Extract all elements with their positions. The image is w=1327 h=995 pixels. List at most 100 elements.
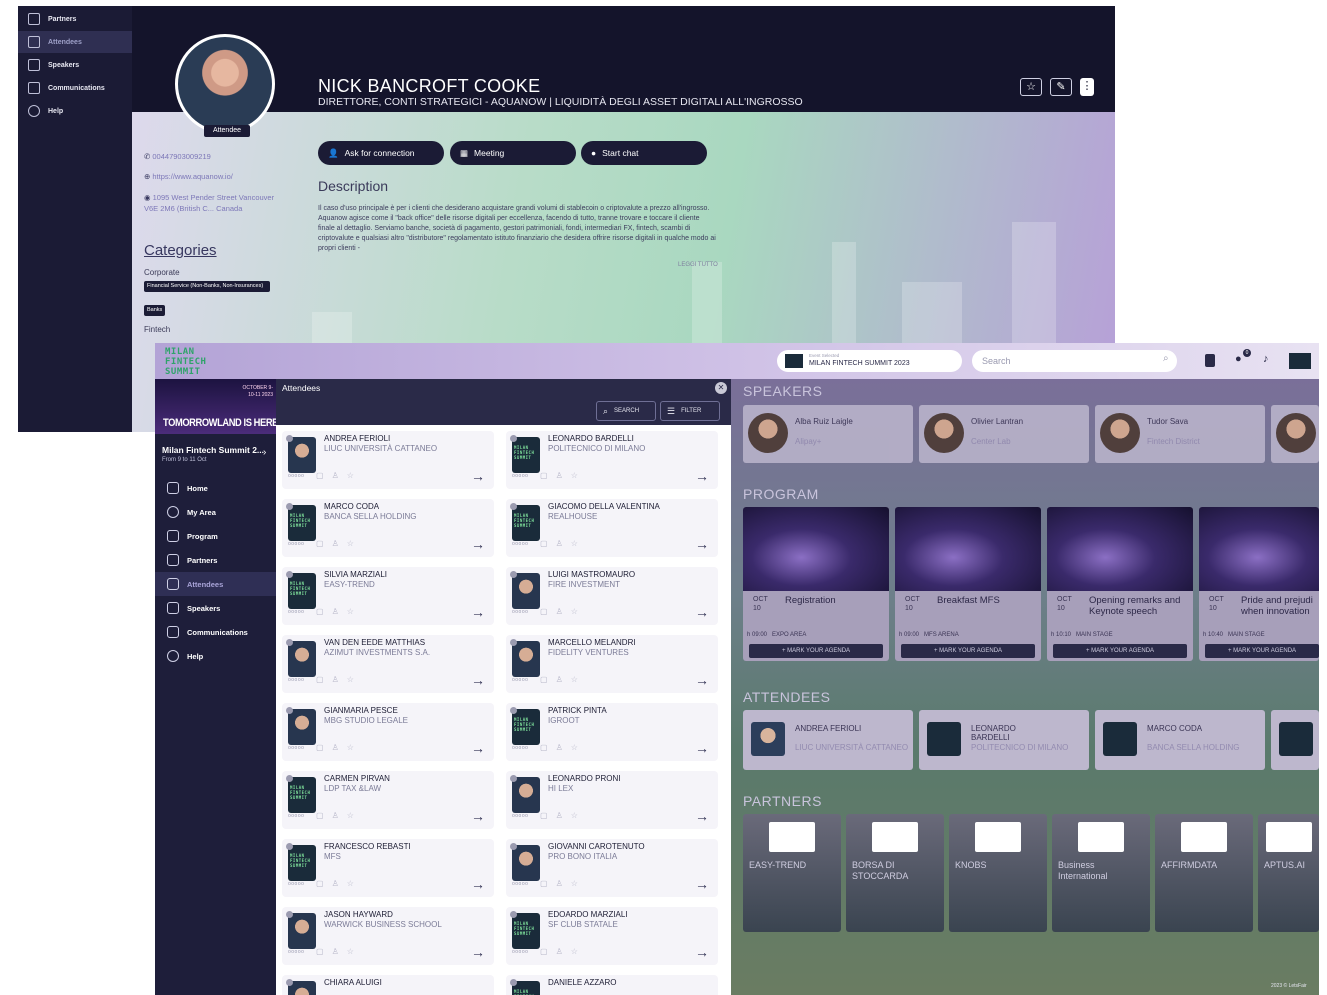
attendee-card[interactable]: MILAN FINTECH SUMMIT MARCO CODA BANCA SELL… xyxy=(282,499,494,557)
sidebar-item-partners[interactable]: Partners xyxy=(18,8,132,30)
start-chat-button[interactable]: ● Start chat xyxy=(581,141,707,165)
calendar-icon[interactable]: ▢ xyxy=(540,607,556,616)
calendar-icon[interactable]: ▢ xyxy=(316,607,332,616)
website-row[interactable]: ⊕ https://www.aquanow.io/ xyxy=(144,172,233,181)
star-icon[interactable]: ☆ xyxy=(347,471,362,480)
search-button[interactable]: ⌕ SEARCH xyxy=(596,401,656,421)
attendee-card[interactable]: MILAN FINTECH SUMMIT EDOARDO MARZIALI SF C… xyxy=(506,907,718,965)
attendee-card[interactable]: MILAN FINTECH SUMMIT FRANCESCO REBASTI MFS… xyxy=(282,839,494,897)
arrow-right-icon[interactable]: → xyxy=(471,944,485,960)
attendee-card[interactable]: GIOVANNI CAROTENUTO PRO BONO ITALIA ooooo ▢… xyxy=(506,839,718,897)
close-icon[interactable]: ✕ xyxy=(715,382,727,394)
calendar-icon[interactable]: ▢ xyxy=(540,471,556,480)
attendee-card[interactable]: JASON HAYWARD WARWICK BUSINESS SCHOOL oooo… xyxy=(282,907,494,965)
star-icon[interactable]: ☆ xyxy=(347,811,362,820)
star-icon[interactable]: ☆ xyxy=(347,743,362,752)
attendee-card[interactable]: MILAN FINTECH SUMMIT GIACOMO DELLA VALENT… xyxy=(506,499,718,557)
star-icon[interactable]: ☆ xyxy=(347,947,362,956)
arrow-right-icon[interactable]: → xyxy=(471,672,485,688)
program-card[interactable]: OCT 10 Opening remarks and Keynote speech h… xyxy=(1047,507,1193,661)
star-icon[interactable]: ☆ xyxy=(347,879,362,888)
ask-connection-button[interactable]: 👤 Ask for connection xyxy=(318,141,444,165)
attendee-card[interactable]: LUIGI MASTROMAURO FIRE INVESTMENT ooooo ▢♙☆… xyxy=(506,567,718,625)
arrow-right-icon[interactable]: → xyxy=(471,536,485,552)
user-icon[interactable]: ♙ xyxy=(556,743,571,752)
event-name[interactable]: Milan Fintech Summit 2... xyxy=(162,445,264,455)
user-icon[interactable]: ♙ xyxy=(556,539,571,548)
calendar-icon[interactable]: ▢ xyxy=(540,947,556,956)
calendar-icon[interactable]: ▢ xyxy=(316,879,332,888)
speaker-card[interactable]: Tudor Sava Fintech District xyxy=(1095,405,1265,463)
mark-agenda-button[interactable]: + MARK YOUR AGENDA xyxy=(1205,644,1319,658)
calendar-icon[interactable]: ▢ xyxy=(316,675,332,684)
star-icon[interactable]: ☆ xyxy=(347,607,362,616)
partner-card[interactable]: KNOBS xyxy=(949,814,1047,932)
star-icon[interactable]: ☆ xyxy=(571,879,586,888)
attendee-card[interactable]: MARCELLO MELANDRI FIDELITY VENTURES ooooo ▢… xyxy=(506,635,718,693)
phone-row[interactable]: ✆ 00447903009219 xyxy=(144,152,211,161)
attendee-card[interactable]: GIANMARIA PESCE MBG STUDIO LEGALE ooooo ▢♙☆… xyxy=(282,703,494,761)
calendar-icon[interactable]: ▢ xyxy=(540,879,556,888)
website-link[interactable]: https://www.aquanow.io/ xyxy=(152,172,232,181)
arrow-right-icon[interactable]: → xyxy=(471,876,485,892)
favorite-button[interactable]: ☆ xyxy=(1020,78,1042,96)
user-icon[interactable]: ♙ xyxy=(332,947,347,956)
partner-card[interactable]: Business International xyxy=(1052,814,1150,932)
attendee-card[interactable]: CHIARA ALUIGIooooo▢♙☆→ xyxy=(282,975,494,995)
speaker-card[interactable]: Alba Ruiz Laigle Alipay+ xyxy=(743,405,913,463)
star-icon[interactable]: ☆ xyxy=(571,675,586,684)
sidebar-item-attendees[interactable]: Attendees xyxy=(18,31,132,53)
user-avatar[interactable] xyxy=(1289,353,1311,369)
arrow-right-icon[interactable]: → xyxy=(695,944,709,960)
search-input[interactable]: Search xyxy=(972,350,1177,372)
program-card[interactable]: OCT 10 Pride and prejudi when innovation h … xyxy=(1199,507,1319,661)
arrow-right-icon[interactable]: → xyxy=(695,672,709,688)
speaker-card[interactable]: Olivier Lantran Center Lab xyxy=(919,405,1089,463)
nav-program[interactable]: Program xyxy=(155,524,276,548)
attendee-card[interactable]: VAN DEN EEDE MATTHIAS AZIMUT INVESTMENTS … xyxy=(282,635,494,693)
user-icon[interactable]: ♙ xyxy=(332,607,347,616)
program-card[interactable]: OCT 10 Registration h 09:00 EXPO AREA + MARK… xyxy=(743,507,889,661)
arrow-right-icon[interactable]: → xyxy=(695,740,709,756)
edit-button[interactable]: ✎ xyxy=(1050,78,1072,96)
partner-card[interactable]: BORSA DI STOCCARDA xyxy=(846,814,944,932)
attendee-card[interactable]: ANDREA FERIOLI LIUC UNIVERSITÀ CATTANEO oo… xyxy=(282,431,494,489)
arrow-right-icon[interactable]: → xyxy=(695,876,709,892)
mark-agenda-button[interactable]: + MARK YOUR AGENDA xyxy=(901,644,1035,658)
event-selector[interactable]: Event Selected MILAN FINTECH SUMMIT 2023 xyxy=(777,350,962,372)
mark-agenda-button[interactable]: + MARK YOUR AGENDA xyxy=(1053,644,1187,658)
nav-speakers[interactable]: Speakers xyxy=(155,596,276,620)
sidebar-item-speakers[interactable]: Speakers xyxy=(18,54,132,76)
arrow-right-icon[interactable]: → xyxy=(695,604,709,620)
partner-card[interactable]: APTUS.AI xyxy=(1258,814,1319,932)
partner-card[interactable]: EASY-TREND xyxy=(743,814,841,932)
calendar-icon[interactable]: ▢ xyxy=(316,743,332,752)
mark-agenda-button[interactable]: + MARK YOUR AGENDA xyxy=(749,644,883,658)
attendee-card[interactable]: MILAN FINTECH SUMMIT PATRICK PINTA IGROOT o… xyxy=(506,703,718,761)
star-icon[interactable]: ☆ xyxy=(571,607,586,616)
user-icon[interactable]: ♙ xyxy=(556,811,571,820)
sidebar-item-help[interactable]: Help xyxy=(18,100,132,122)
meeting-button[interactable]: ▦ Meeting xyxy=(450,141,576,165)
star-icon[interactable]: ☆ xyxy=(571,947,586,956)
speaker-card[interactable] xyxy=(1271,405,1319,463)
partner-card[interactable]: AFFIRMDATA xyxy=(1155,814,1253,932)
star-icon[interactable]: ☆ xyxy=(347,675,362,684)
user-icon[interactable]: ♙ xyxy=(556,675,571,684)
attendee-card[interactable]: MILAN FINTECH SUMMIT LEONARDO BARDELLI POL… xyxy=(506,431,718,489)
user-icon[interactable]: ♙ xyxy=(556,947,571,956)
star-icon[interactable]: ☆ xyxy=(347,539,362,548)
arrow-right-icon[interactable]: → xyxy=(471,468,485,484)
nav-attendees[interactable]: Attendees xyxy=(155,572,276,596)
search-icon[interactable]: ⌕ xyxy=(1163,353,1169,364)
user-icon[interactable]: ♙ xyxy=(332,675,347,684)
attendee-card[interactable]: MILAN FINTECH SUMMITDANIELE AZZAROooooo▢… xyxy=(506,975,718,995)
user-icon[interactable]: ♙ xyxy=(556,607,571,616)
nav-home[interactable]: Home xyxy=(155,476,276,500)
calendar-icon[interactable]: ▢ xyxy=(316,947,332,956)
user-icon[interactable]: ♙ xyxy=(332,471,347,480)
calendar-icon[interactable]: ▢ xyxy=(540,675,556,684)
arrow-right-icon[interactable]: → xyxy=(695,536,709,552)
user-icon[interactable]: ♙ xyxy=(556,471,571,480)
arrow-right-icon[interactable]: → xyxy=(695,468,709,484)
